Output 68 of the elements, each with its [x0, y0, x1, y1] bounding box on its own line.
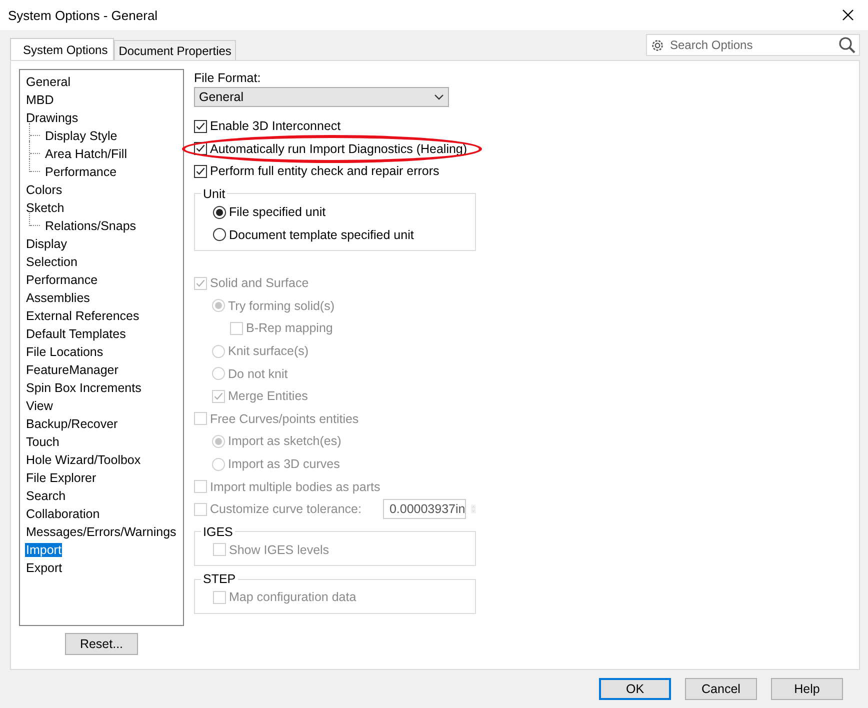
radio-button[interactable] — [213, 206, 226, 219]
tree-item[interactable]: Display Style — [44, 129, 118, 143]
search-icon[interactable] — [838, 36, 856, 54]
tree-item[interactable]: File Locations — [25, 345, 104, 359]
checkbox[interactable] — [194, 120, 207, 133]
tree-item[interactable]: Performance — [44, 165, 118, 179]
tree-item[interactable]: View — [25, 399, 54, 413]
tree-item[interactable]: Sketch — [25, 201, 66, 215]
tree-item[interactable]: Colors — [25, 183, 64, 197]
option-label: Merge Entities — [228, 389, 308, 404]
group-title: Unit — [202, 186, 226, 201]
window-title: System Options - General — [8, 8, 158, 22]
tree-item[interactable]: Hole Wizard/Toolbox — [25, 453, 142, 467]
tree-item[interactable]: General — [25, 75, 72, 89]
tree-item[interactable]: MBD — [25, 93, 55, 107]
option-label: Free Curves/points entities — [210, 412, 359, 426]
tree-item[interactable]: Relations/Snaps — [44, 219, 138, 233]
option-label: Do not knit — [228, 366, 288, 381]
option-label: File specified unit — [229, 205, 326, 220]
tab[interactable]: Document Properties — [114, 40, 236, 60]
field-label: File Format: — [194, 71, 262, 87]
tree-item[interactable]: Assemblies — [25, 291, 91, 305]
tree-item[interactable]: Search — [25, 489, 67, 503]
checkbox[interactable] — [194, 164, 207, 178]
group-title: STEP — [202, 572, 237, 586]
radio-button[interactable] — [213, 228, 226, 242]
tree-item[interactable]: Import — [25, 543, 62, 557]
option-label: Customize curve tolerance: — [210, 502, 362, 516]
tree-item[interactable]: Messages/Errors/Warnings — [25, 525, 178, 539]
tree-item[interactable]: Touch — [25, 435, 60, 449]
option-label: Show IGES levels — [229, 542, 330, 557]
tree-item[interactable]: External References — [25, 309, 140, 323]
tree-item[interactable]: File Explorer — [25, 471, 98, 485]
option-label: Perform full entity check and repair errors — [210, 164, 440, 178]
tree-item[interactable]: Performance — [25, 273, 99, 287]
option-label: Automatically run Import Diagnostics (Healing) — [210, 142, 468, 156]
option-label: Document template specified unit — [229, 228, 414, 242]
option-label: Import as sketch(es) — [228, 434, 342, 448]
tree-item[interactable]: Selection — [25, 255, 78, 269]
tree-item[interactable]: Drawings — [25, 111, 80, 125]
tree-item[interactable]: FeatureManager — [25, 363, 120, 377]
tree-item[interactable]: Display — [25, 237, 68, 251]
tab[interactable]: System Options — [10, 38, 114, 60]
group-title: IGES — [202, 524, 234, 538]
option-label: Knit surface(s) — [228, 344, 309, 358]
option-label: Import as 3D curves — [228, 457, 340, 472]
dialog-button[interactable]: OK — [599, 678, 671, 700]
settings-icon[interactable] — [650, 38, 665, 52]
chevron-down-icon — [434, 94, 444, 100]
search-input[interactable]: Search Options — [670, 38, 833, 52]
tree-item[interactable]: Export — [25, 561, 64, 575]
tree-item[interactable]: Collaboration — [25, 507, 101, 521]
reset-button[interactable]: Reset... — [65, 633, 138, 655]
search-field[interactable]: Search Options — [646, 34, 860, 56]
dialog-button[interactable]: Cancel — [685, 678, 757, 700]
option-label: Map configuration data — [229, 590, 356, 604]
tree-item[interactable]: Area Hatch/Fill — [44, 147, 128, 161]
file-format-dropdown[interactable]: General — [194, 87, 449, 107]
close-icon[interactable] — [842, 9, 854, 21]
option-label: Import multiple bodies as parts — [210, 480, 380, 494]
tree-item[interactable]: Spin Box Increments — [25, 381, 142, 395]
option-label: Try forming solid(s) — [228, 298, 334, 313]
option-label: Enable 3D Interconnect — [210, 119, 341, 134]
dialog-button[interactable]: Help — [771, 678, 843, 700]
tree-item[interactable]: Default Templates — [25, 327, 127, 341]
option-label: B-Rep mapping — [246, 321, 333, 336]
tree-item[interactable]: Backup/Recover — [25, 417, 119, 431]
option-label: Solid and Surface — [210, 276, 309, 290]
